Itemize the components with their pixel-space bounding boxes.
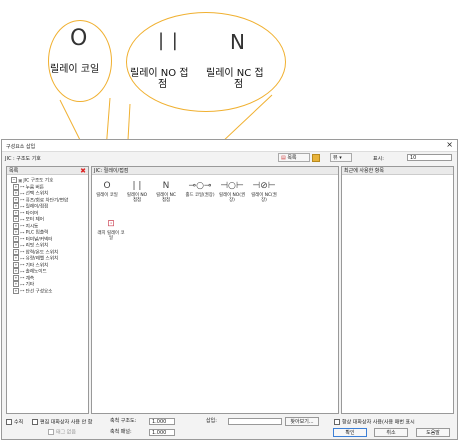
relay-nc-recommended-symbol[interactable]: ⊣⊘⊢ 릴레이 NC(권장) xyxy=(249,179,279,203)
symbol-glyph-icon: ⊸○⊸ xyxy=(188,181,212,191)
insert-path-input[interactable] xyxy=(228,418,282,425)
display-count-input[interactable]: 10 xyxy=(407,154,452,161)
hold-coil-symbol[interactable]: ⊸○⊸ 홀드 코일(권장) xyxy=(185,179,215,198)
symbol-label: 릴레이 NO 접점 xyxy=(126,193,148,203)
no-tag-label: 태그 없음 xyxy=(56,429,76,436)
symbol-label: 래치 릴레이 코일 xyxy=(97,231,125,241)
expand-icon[interactable]: + xyxy=(13,216,19,222)
chevron-down-icon: ▾ xyxy=(339,155,342,161)
section-label: JIC : 구조도 기호 xyxy=(5,156,41,162)
expand-icon[interactable]: + xyxy=(13,287,19,294)
recent-items-title: 최근에 사용한 항목 xyxy=(344,168,384,174)
symbol-glyph-icon: ⊣○⊢ xyxy=(220,181,244,191)
y-scale-label: 축척 패널: xyxy=(110,429,132,435)
always-show-checkbox[interactable]: 항상 대화상자 사용(사용 매번 표시 xyxy=(334,419,415,426)
vertical-checkbox[interactable]: 수직 xyxy=(6,419,23,426)
insert-label: 삽입: xyxy=(206,418,217,424)
category-tree-panel: 목록 ✖ − ▣JIC 구조도 기호 + ⊶누름 버튼 + ⊶선택 스위치 + ⊶퓨즈/회로 … xyxy=(6,166,89,414)
cancel-button[interactable]: 취소 xyxy=(374,428,408,437)
symbol-glyph-icon: O xyxy=(103,181,111,191)
ok-button[interactable]: 확인 xyxy=(333,428,367,437)
expand-icon[interactable]: + xyxy=(13,274,19,281)
expand-icon[interactable]: + xyxy=(13,190,19,196)
relay-no-recommended-symbol[interactable]: ⊣○⊢ 릴레이 NO(권장) xyxy=(217,179,247,203)
symbol-label: 릴레이 NC(권장) xyxy=(251,193,277,203)
vertical-checkbox-label: 수직 xyxy=(14,419,24,426)
expand-icon[interactable]: + xyxy=(13,229,19,235)
symbol-palette-title: JIC: 릴레이/접점 xyxy=(94,168,129,174)
symbol-palette-panel: JIC: 릴레이/접점 O 릴레이 코일 | | 릴레이 NO 접점 N 릴레이 NC 접… xyxy=(91,166,339,414)
symbol-glyph-icon: N xyxy=(162,181,170,191)
x-scale-input[interactable]: 1.000 xyxy=(149,418,175,425)
expand-icon[interactable]: + xyxy=(13,281,19,287)
expand-icon[interactable]: + xyxy=(13,255,19,261)
x-scale-label: 축척 구조도: xyxy=(110,418,137,424)
insert-component-dialog: 구성요소 삽입 × JIC : 구조도 기호 ▤ 목록 뷰 ▾ 표시: 10 목… xyxy=(1,139,458,440)
category-tree-title: 목록 xyxy=(9,168,19,174)
expand-icon[interactable]: + xyxy=(13,248,19,255)
no-edit-dialog-checkbox-box[interactable] xyxy=(32,419,38,425)
expand-icon[interactable]: + xyxy=(13,183,19,190)
relay-coil-symbol[interactable]: O 릴레이 코일 xyxy=(96,179,118,198)
no-edit-dialog-checkbox[interactable]: 편집 대화상자 사용 안 함 xyxy=(32,419,92,426)
grid-view-dropdown[interactable]: 뷰 ▾ xyxy=(330,153,352,162)
always-show-label: 항상 대화상자 사용(사용 매번 표시 xyxy=(342,419,415,426)
no-edit-dialog-label: 편집 대화상자 사용 안 함 xyxy=(40,419,93,426)
expand-icon[interactable]: + xyxy=(13,261,19,268)
vertical-checkbox-box[interactable] xyxy=(6,419,12,425)
symbol-glyph-icon: ⊣⊘⊢ xyxy=(252,181,276,191)
relay-nc-contact-symbol[interactable]: N 릴레이 NC 접점 xyxy=(155,179,177,203)
y-scale-input[interactable]: 1.000 xyxy=(149,429,175,436)
recent-items-panel: 최근에 사용한 항목 xyxy=(341,166,454,414)
close-red-icon[interactable]: ✖ xyxy=(80,167,86,175)
dialog-title: 구성요소 삽입 xyxy=(6,144,36,150)
browse-button[interactable]: 찾아보기... xyxy=(285,417,319,426)
tree-connector-icon: ⊶ xyxy=(20,289,25,294)
grid-view-label: 뷰 xyxy=(333,155,338,161)
collapse-icon[interactable]: − xyxy=(11,177,17,183)
no-tag-checkbox[interactable]: 태그 없음 xyxy=(48,429,76,436)
category-tree-header: 목록 ✖ xyxy=(7,167,88,175)
symbol-glyph-icon: ⊡ xyxy=(107,219,115,229)
always-show-checkbox-box[interactable] xyxy=(334,419,340,425)
dialog-toolbar: JIC : 구조도 기호 ▤ 목록 뷰 ▾ 표시: 10 xyxy=(2,152,457,164)
view-list-label: 목록 xyxy=(287,155,297,161)
symbol-label: 릴레이 NO(권장) xyxy=(218,193,245,203)
expand-icon[interactable]: + xyxy=(13,203,19,209)
view-list-button[interactable]: ▤ 목록 xyxy=(278,153,310,162)
symbol-label: 릴레이 코일 xyxy=(96,193,118,198)
dialog-titlebar: 구성요소 삽입 × xyxy=(2,140,457,152)
help-button[interactable]: 도움말 xyxy=(416,428,450,437)
no-tag-checkbox-box[interactable] xyxy=(48,429,54,435)
expand-icon[interactable]: + xyxy=(13,235,19,242)
expand-icon[interactable]: + xyxy=(13,242,19,248)
relay-no-contact-symbol[interactable]: | | 릴레이 NO 접점 xyxy=(126,179,148,203)
symbol-label: 릴레이 NC 접점 xyxy=(156,193,176,203)
recent-items-header: 최근에 사용한 항목 xyxy=(342,167,453,175)
folder-icon[interactable] xyxy=(312,154,320,162)
expand-icon[interactable]: + xyxy=(13,196,19,203)
list-icon: ▤ xyxy=(281,155,286,161)
symbol-palette-header: JIC: 릴레이/접점 xyxy=(92,167,338,175)
expand-icon[interactable]: + xyxy=(13,222,19,229)
expand-icon[interactable]: + xyxy=(13,209,19,216)
symbol-label: 홀드 코일(권장) xyxy=(185,193,215,198)
latch-relay-coil-symbol[interactable]: ⊡ 래치 릴레이 코일 xyxy=(96,217,126,241)
close-icon[interactable]: × xyxy=(446,141,453,149)
display-count-label: 표시: xyxy=(373,156,384,162)
tree-item-label: 단선 구성요소 xyxy=(25,289,53,294)
expand-icon[interactable]: + xyxy=(13,268,19,274)
symbol-glyph-icon: | | xyxy=(132,181,142,191)
tree-item[interactable]: + ⊶단선 구성요소 xyxy=(13,287,53,296)
